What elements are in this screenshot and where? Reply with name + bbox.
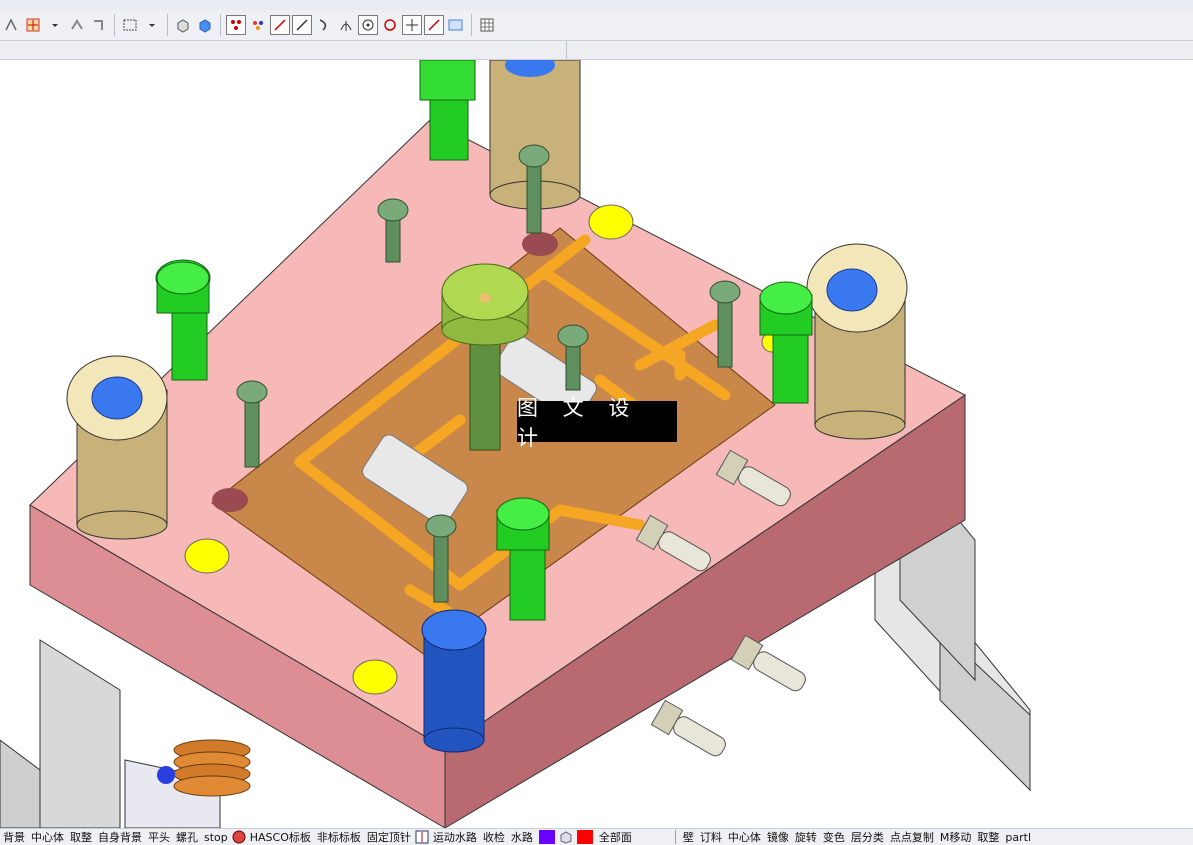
water-fitting [730,634,806,692]
dropdown-arrow-icon[interactable] [142,15,162,35]
bottom-item[interactable]: 自身背景 [98,829,142,845]
tangent-icon[interactable] [424,15,444,35]
bottom-item[interactable]: 层分类 [851,829,884,845]
bottom-item[interactable]: HASCO标板 [250,829,311,845]
line-icon[interactable] [270,15,290,35]
cube-icon[interactable] [558,830,574,844]
bottom-item[interactable]: 水路 [511,829,533,845]
bottom-item[interactable]: 取整 [977,829,999,845]
dropdown-arrow-icon[interactable] [45,15,65,35]
move-icon[interactable] [67,15,87,35]
bottom-item[interactable]: 变色 [823,829,845,845]
bottom-item[interactable]: 非标标板 [317,829,361,845]
bottom-item[interactable]: 中心体 [728,829,761,845]
toolbar-separator [114,14,115,36]
bottom-item[interactable]: 背景 [3,829,25,845]
toolbar-divider [566,41,567,59]
blue-dot [157,766,175,784]
bottom-item[interactable]: 平头 [148,829,170,845]
guide-bushing-left [66,355,168,540]
water-fitting [650,699,726,757]
bottom-item[interactable]: 镜像 [767,829,789,845]
bolt-green [155,259,211,381]
wireframe-cube-icon[interactable] [173,15,193,35]
support-leg-left-2 [0,739,41,828]
support-leg-left [39,639,121,828]
hasco-icon[interactable] [231,830,247,844]
guide-bushing-right [806,243,908,440]
yellow-marker [184,538,230,574]
grid-table-icon[interactable] [477,15,497,35]
circle-quad-icon[interactable] [380,15,400,35]
bottom-item[interactable]: 中心体 [31,829,64,845]
water-icon[interactable] [414,830,430,844]
arc-icon[interactable] [336,15,356,35]
snap-icon[interactable] [1,15,21,35]
color-swatch-red[interactable] [576,830,593,844]
bottom-item[interactable]: 壁 [683,829,694,845]
watermark: 图 文 设 计 [517,396,677,450]
bottom-item[interactable]: 固定顶针 [367,829,411,845]
bottom-separator [674,830,676,844]
crosshair-icon[interactable] [402,15,422,35]
circle-center-icon[interactable] [358,15,378,35]
color-swatch-purple[interactable] [538,830,555,844]
toolbar-separator [167,14,168,36]
cluster-icon[interactable] [248,15,268,35]
bottom-item[interactable]: 旋转 [795,829,817,845]
toolbar-separator [220,14,221,36]
bottom-item[interactable]: 螺孔 [176,829,198,845]
toolbar-separator [471,14,472,36]
bottom-item[interactable]: M移动 [940,829,972,845]
bottom-toolbar: 背景 中心体 取整 自身背景 平头 螺孔 stop HASCO标板 非标标板 固… [0,828,1193,845]
bottom-item[interactable]: 点点复制 [890,829,934,845]
rotate-icon[interactable] [89,15,109,35]
bottom-item[interactable]: partl [1005,831,1031,844]
line-alt-icon[interactable] [292,15,312,35]
main-toolbar [0,10,1193,41]
shaded-cube-icon[interactable] [195,15,215,35]
view-icon[interactable] [446,15,466,35]
bottom-item[interactable]: stop [204,831,228,844]
bottom-item[interactable]: 全部面 [599,829,632,845]
spring [173,739,251,797]
hole [212,488,248,512]
blue-cylinder [421,609,487,753]
hole [522,232,558,256]
select-point-icon[interactable] [23,15,43,35]
yellow-marker [588,204,634,240]
yellow-marker [352,659,398,695]
points-filter-icon[interactable] [226,15,246,35]
secondary-toolbar [0,41,1193,60]
box-select-icon[interactable] [120,15,140,35]
curve-icon[interactable] [314,15,334,35]
bottom-item[interactable]: 取整 [70,829,92,845]
bottom-item[interactable]: 订料 [700,829,722,845]
bottom-item[interactable]: 运动水路 [433,829,477,845]
bottom-item[interactable]: 收检 [483,829,505,845]
